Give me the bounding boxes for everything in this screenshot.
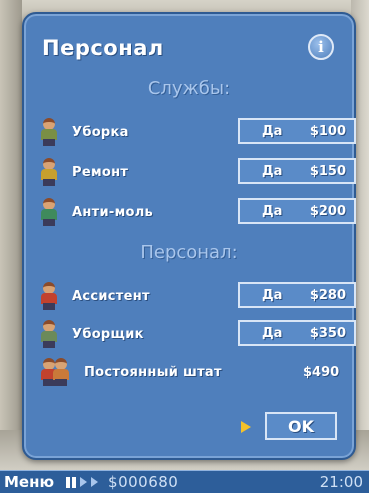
staff-row-cleaner: Уборщик Да $350 bbox=[38, 319, 356, 349]
price-label: $100 bbox=[309, 123, 346, 139]
fast-forward-icon[interactable] bbox=[91, 477, 99, 487]
menu-button[interactable]: Меню bbox=[4, 473, 54, 491]
staff-heading: Персонал: bbox=[140, 242, 238, 263]
money-display: $000680 bbox=[108, 473, 179, 491]
clock-display: 21:00 bbox=[319, 473, 363, 491]
play-arrow-icon bbox=[241, 421, 251, 433]
background-scene-left bbox=[0, 0, 22, 470]
price-label: $350 bbox=[309, 325, 346, 341]
yes-label: Да bbox=[262, 163, 283, 179]
person-icon bbox=[38, 157, 60, 187]
staff-label: Ассистент bbox=[72, 288, 150, 304]
yes-label: Да bbox=[262, 325, 283, 341]
price-label: $150 bbox=[309, 163, 346, 179]
permanent-staff-price: $490 bbox=[303, 364, 340, 380]
services-heading: Службы: bbox=[147, 78, 231, 99]
pause-icon[interactable] bbox=[66, 476, 77, 488]
hire-repair-button[interactable]: Да $150 bbox=[238, 158, 356, 184]
yes-label: Да bbox=[262, 123, 283, 139]
service-row-cleaning: Уборка Да $100 bbox=[38, 117, 356, 147]
service-label: Анти-моль bbox=[72, 204, 154, 220]
person-icon bbox=[38, 319, 60, 349]
hire-cleaner-button[interactable]: Да $350 bbox=[238, 320, 356, 346]
status-bar: Меню $000680 21:00 bbox=[0, 470, 369, 493]
person-icon bbox=[38, 197, 60, 227]
hire-assistant-button[interactable]: Да $280 bbox=[238, 282, 356, 308]
staff-dialog: Персонал i Службы: Уборка Да $100 Ремонт… bbox=[22, 12, 356, 460]
dialog-title: Персонал bbox=[42, 36, 164, 60]
price-label: $280 bbox=[309, 287, 346, 303]
hire-cleaning-button[interactable]: Да $100 bbox=[238, 118, 356, 144]
hire-anti-moth-button[interactable]: Да $200 bbox=[238, 198, 356, 224]
permanent-staff-label: Постоянный штат bbox=[84, 364, 222, 380]
service-label: Ремонт bbox=[72, 164, 129, 180]
person-icon bbox=[38, 281, 60, 311]
staff-row-assistant: Ассистент Да $280 bbox=[38, 281, 356, 311]
speed-controls bbox=[66, 476, 99, 488]
permanent-staff-row: Постоянный штат $490 bbox=[38, 358, 350, 386]
yes-label: Да bbox=[262, 203, 283, 219]
ok-button[interactable]: OK bbox=[265, 412, 337, 440]
service-row-repair: Ремонт Да $150 bbox=[38, 157, 356, 187]
yes-label: Да bbox=[262, 287, 283, 303]
service-label: Уборка bbox=[72, 124, 129, 140]
service-row-anti-moth: Анти-моль Да $200 bbox=[38, 197, 356, 227]
person-icon bbox=[38, 117, 60, 147]
play-icon[interactable] bbox=[80, 477, 88, 487]
price-label: $200 bbox=[309, 203, 346, 219]
info-icon[interactable]: i bbox=[308, 34, 334, 60]
staff-group-icon bbox=[38, 357, 72, 387]
staff-label: Уборщик bbox=[72, 326, 144, 342]
